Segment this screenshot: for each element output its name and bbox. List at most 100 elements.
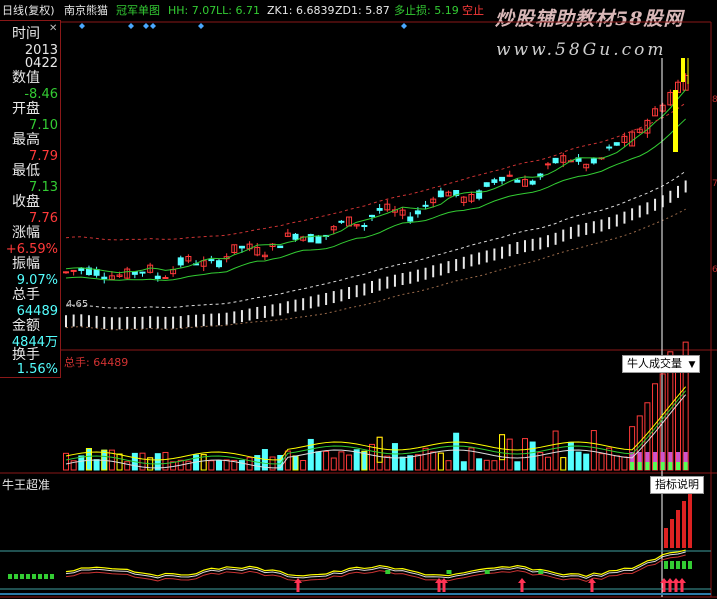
volume-ma-line [65, 390, 687, 465]
open-label: 开盘 [12, 101, 40, 117]
signal-marker-icon [401, 23, 407, 29]
volume-bar [430, 451, 437, 471]
candle-body [499, 176, 506, 182]
ma-line-mid [65, 118, 686, 281]
candle-body [606, 146, 613, 149]
candle-body [414, 210, 421, 215]
volume-bar [437, 452, 444, 471]
close-label: 收盘 [12, 194, 40, 210]
volume-bar [560, 457, 567, 471]
volume-bar [453, 432, 460, 471]
volume-bar [300, 460, 307, 471]
candle-body [437, 190, 444, 198]
volume-bar [315, 451, 322, 471]
signal-marker-icon [79, 23, 85, 29]
volume-bar [606, 447, 613, 471]
volume-stack-bar [653, 462, 658, 470]
volume-bar [598, 453, 605, 471]
high-value: 7.79 [29, 149, 58, 164]
signal-marker-icon [143, 23, 149, 29]
chevron-down-icon: ▼ [688, 360, 696, 370]
volume-bar [292, 455, 299, 471]
volume-bar [391, 443, 398, 471]
candle-body [78, 267, 85, 271]
ma-line-short [65, 89, 687, 274]
time-date: 0422 [24, 56, 58, 71]
volume-value: 64489 [16, 304, 58, 319]
signal-marker-icon [198, 23, 204, 29]
amplitude-value: 9.07% [16, 273, 58, 288]
indicator-block [38, 574, 42, 579]
signal-marker-icon [128, 23, 134, 29]
candle-body [590, 158, 597, 164]
volume-bar [590, 430, 597, 471]
candle-body [292, 233, 299, 240]
indicator-histogram-bar [688, 561, 692, 569]
volume-bar [476, 458, 483, 471]
indicator-histogram-bar [676, 561, 680, 569]
volume-bar [483, 459, 490, 471]
low-label: 最低 [12, 163, 40, 179]
volume-stack-bar [676, 462, 680, 470]
volume-bar [514, 461, 521, 471]
lower-band-line [65, 170, 686, 309]
volume-bar [460, 461, 467, 471]
volume-bar [93, 459, 100, 471]
volume-bar [621, 456, 628, 471]
upper-band-line [65, 102, 686, 241]
close-value: 7.76 [29, 211, 58, 226]
quote-info-panel: ✕ 时间 2013 0422 数值 -8.46 开盘 7.10 最高 7.79 … [0, 20, 61, 378]
volume-bar [369, 443, 375, 471]
volume-bar [552, 430, 559, 471]
indicator-block [8, 574, 12, 579]
buy-arrow-icon [678, 578, 686, 592]
volume-bar [376, 436, 383, 471]
volume-bar [506, 438, 513, 471]
indicator-histogram-bar [682, 501, 686, 548]
volume-bar [223, 459, 230, 471]
volume-bar [522, 438, 528, 471]
volume-bar [208, 460, 215, 471]
indicator-pane-label: 牛王超准 [2, 478, 51, 492]
volume-bar [583, 453, 590, 471]
volume-highlight-bar [376, 436, 383, 463]
volume-label: 总手 [12, 287, 40, 303]
candle-body [277, 245, 284, 249]
candle-body [177, 257, 184, 266]
volume-bar [246, 457, 253, 471]
amplitude-label: 振幅 [12, 256, 40, 272]
low-value: 7.13 [29, 180, 58, 195]
breakout-bar [681, 58, 685, 82]
indicator-block [20, 574, 24, 579]
candle-body [491, 179, 498, 183]
buy-arrow-icon [660, 578, 668, 592]
indicator-block [26, 574, 30, 579]
candle-body [208, 259, 215, 262]
volume-indicator-dropdown[interactable]: 牛人成交量 ▼ [622, 355, 701, 373]
candle-body [514, 179, 521, 183]
turnover-label: 换手 [12, 347, 40, 363]
turnover-value: 1.56% [16, 362, 58, 377]
change-value: +6.59% [5, 242, 58, 257]
buy-arrow-icon [672, 578, 680, 592]
indicator-help-button[interactable]: 指标说明 [650, 476, 704, 494]
price-axis-tick: 7 [712, 179, 717, 189]
indicator-block [385, 570, 391, 574]
volume-bar [422, 447, 429, 471]
long-band-line [65, 208, 686, 331]
volume-bar [307, 438, 314, 471]
volume-bar [216, 460, 222, 471]
indicator-line-yellow [65, 549, 686, 577]
breakout-bar [673, 90, 678, 152]
candle-body [315, 236, 322, 244]
chart-canvas[interactable]: 8 7 6 [0, 0, 717, 599]
volume-highlight-bar [437, 452, 444, 471]
volume-bar [384, 455, 391, 471]
candle-body [131, 271, 138, 275]
volume-stack-bar [630, 462, 635, 470]
volume-bar [445, 460, 452, 471]
volume-bar [544, 456, 551, 471]
open-value: 7.10 [29, 118, 58, 133]
candle-body [407, 216, 414, 222]
indicator-block [484, 570, 490, 574]
